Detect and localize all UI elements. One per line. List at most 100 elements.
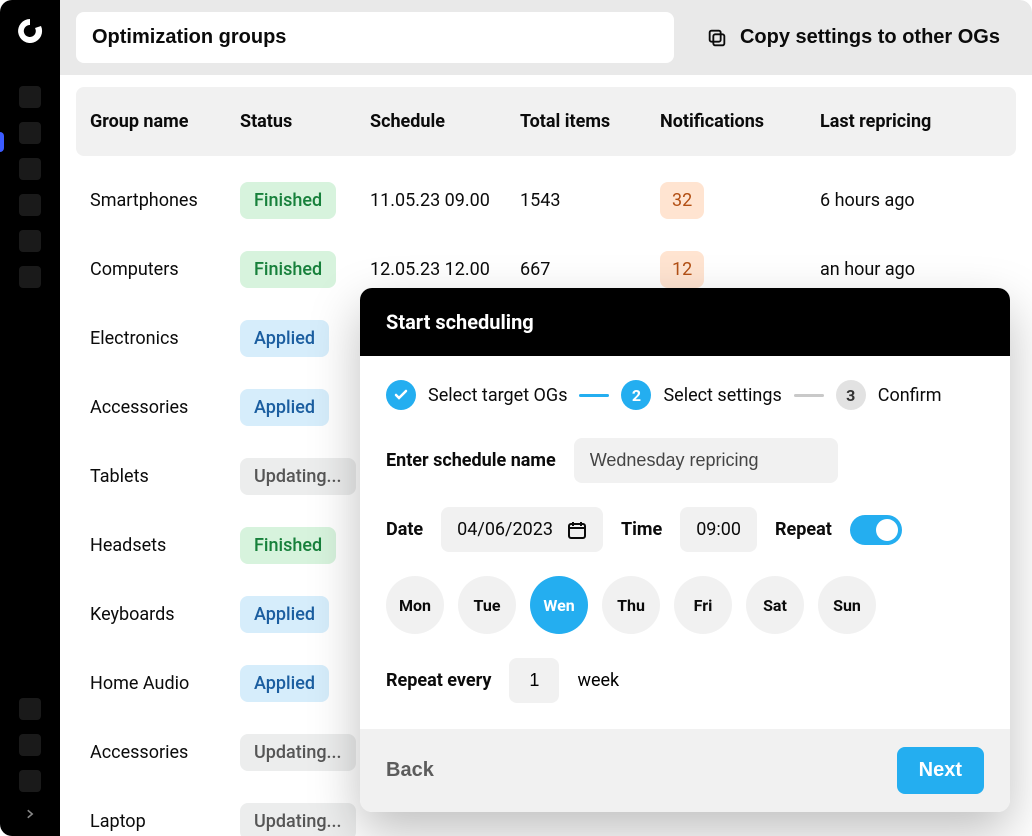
cell-notif: 32 [660,182,820,219]
sidebar-item-b3[interactable] [19,770,41,792]
cell-name: Laptop [90,811,240,832]
sidebar [0,0,60,836]
step-2-number: 2 [621,380,651,410]
status-badge: Applied [240,320,329,357]
time-input[interactable]: 09:00 [680,507,757,552]
day-fri[interactable]: Fri [674,576,732,634]
step-3-number: 3 [836,380,866,410]
cell-items: 667 [520,259,660,280]
cell-name: Tablets [90,466,240,487]
status-badge: Finished [240,527,336,564]
topbar: Copy settings to other OGs [60,0,1032,75]
cell-status: Applied [240,389,370,426]
search-input[interactable] [76,12,674,63]
col-notifications: Notifications [660,111,820,132]
cell-name: Keyboards [90,604,240,625]
repeat-every-input[interactable] [509,658,559,703]
date-input[interactable]: 04/06/2023 [441,507,603,552]
repeat-label: Repeat [775,519,832,540]
day-picker: MonTueWenThuFriSatSun [386,576,984,634]
notification-badge: 12 [660,251,704,288]
cell-last: an hour ago [820,259,980,280]
sidebar-item-6[interactable] [19,266,41,288]
status-badge: Finished [240,182,336,219]
copy-settings-button[interactable]: Copy settings to other OGs [690,16,1016,59]
day-tue[interactable]: Tue [458,576,516,634]
cell-status: Applied [240,665,370,702]
notification-badge: 32 [660,182,704,219]
sidebar-item-b2[interactable] [19,734,41,756]
day-sun[interactable]: Sun [818,576,876,634]
table-header: Group name Status Schedule Total items N… [76,87,1016,156]
copy-icon [706,27,728,49]
status-badge: Updating... [240,458,356,495]
step-connector-1 [579,394,609,397]
app-logo-icon [15,16,45,46]
cell-name: Headsets [90,535,240,556]
cell-name: Accessories [90,742,240,763]
sidebar-item-1[interactable] [19,86,41,108]
col-schedule: Schedule [370,111,520,132]
cell-status: Finished [240,527,370,564]
scheduling-modal: Start scheduling Select target OGs 2 Sel… [360,288,1010,812]
cell-last: 6 hours ago [820,190,980,211]
repeat-unit: week [577,670,619,691]
toggle-knob [876,519,898,541]
table-row[interactable]: SmartphonesFinished 11.05.23 09.00154332 6… [76,166,1016,235]
cell-status: Applied [240,596,370,633]
cell-name: Electronics [90,328,240,349]
step-1-done-icon [386,380,416,410]
status-badge: Finished [240,251,336,288]
schedule-name-input[interactable] [574,438,838,483]
cell-schedule: 12.05.23 12.00 [370,259,520,280]
cell-name: Home Audio [90,673,240,694]
cell-notif: 12 [660,251,820,288]
next-button[interactable]: Next [897,747,984,794]
step-2-label: Select settings [663,385,781,406]
cell-status: Updating... [240,458,370,495]
sidebar-active-indicator [0,132,4,152]
calendar-icon [567,520,587,540]
cell-name: Accessories [90,397,240,418]
col-status: Status [240,111,370,132]
status-badge: Applied [240,596,329,633]
modal-title: Start scheduling [360,288,1010,356]
step-1-label: Select target OGs [428,385,567,406]
stepper: Select target OGs 2 Select settings 3 Co… [386,380,984,410]
col-total-items: Total items [520,111,660,132]
sidebar-item-5[interactable] [19,230,41,252]
col-last-repricing: Last repricing [820,111,980,132]
cell-status: Finished [240,182,370,219]
cell-status: Applied [240,320,370,357]
day-thu[interactable]: Thu [602,576,660,634]
sidebar-item-2[interactable] [19,122,41,144]
sidebar-item-3[interactable] [19,158,41,180]
schedule-name-label: Enter schedule name [386,450,556,471]
sidebar-item-b1[interactable] [19,698,41,720]
time-label: Time [621,519,662,540]
day-sat[interactable]: Sat [746,576,804,634]
status-badge: Updating... [240,803,356,836]
step-connector-2 [794,394,824,397]
back-button[interactable]: Back [386,759,434,782]
day-wen[interactable]: Wen [530,576,588,634]
cell-schedule: 11.05.23 09.00 [370,190,520,211]
cell-name: Smartphones [90,190,240,211]
status-badge: Applied [240,665,329,702]
repeat-toggle[interactable] [850,515,902,545]
time-value: 09:00 [696,519,741,540]
col-group-name: Group name [90,111,240,132]
repeat-every-label: Repeat every [386,670,491,691]
day-mon[interactable]: Mon [386,576,444,634]
date-label: Date [386,519,423,540]
cell-name: Computers [90,259,240,280]
sidebar-expand-icon[interactable] [20,804,40,824]
cell-status: Finished [240,251,370,288]
sidebar-item-4[interactable] [19,194,41,216]
status-badge: Applied [240,389,329,426]
copy-settings-label: Copy settings to other OGs [740,26,1000,49]
status-badge: Updating... [240,734,356,771]
step-3-label: Confirm [878,385,942,406]
cell-status: Updating... [240,803,370,836]
cell-items: 1543 [520,190,660,211]
